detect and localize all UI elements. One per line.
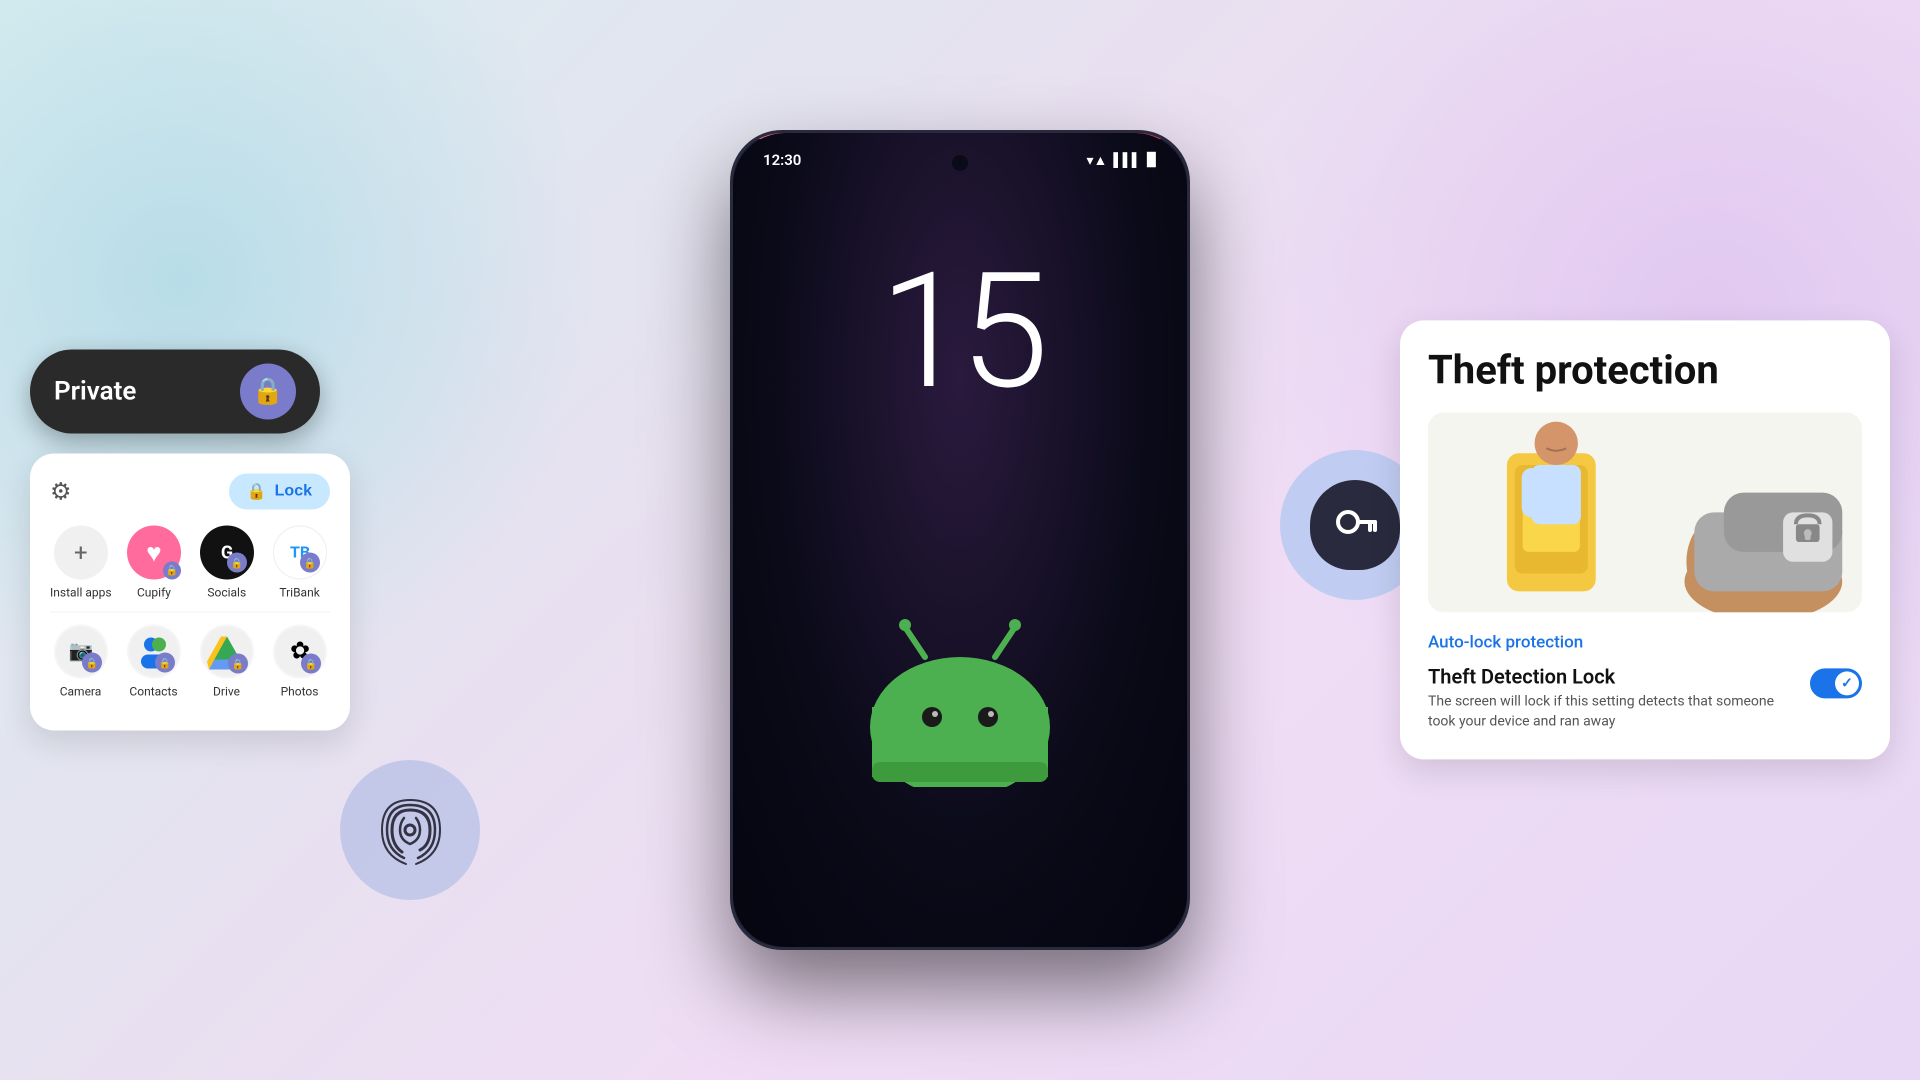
install-icon: + <box>54 526 108 580</box>
private-label: Private <box>54 377 136 407</box>
battery-icon: ▉ <box>1147 153 1157 168</box>
app-label-photos: Photos <box>281 685 319 699</box>
toggle-check-icon: ✓ <box>1841 675 1853 691</box>
theft-detection-row: Theft Detection Lock The screen will loc… <box>1428 664 1862 731</box>
svg-text:🔒: 🔒 <box>158 658 170 670</box>
drive-icon: 🔒 <box>200 625 254 679</box>
svg-text:🔒: 🔒 <box>303 558 315 570</box>
app-row-1: + Install apps ♥ 🔒 Cupify G 🔒 <box>50 526 330 613</box>
theft-card: Theft protection <box>1400 320 1890 759</box>
app-item-photos[interactable]: ✿ 🔒 Photos <box>269 625 330 699</box>
phone-clock: 15 <box>879 253 1041 413</box>
status-icons: ▾▲ ▌▌▌ ▉ <box>1086 152 1157 169</box>
fingerprint-icon <box>370 790 450 870</box>
signal-icon: ▌▌▌ <box>1113 152 1141 168</box>
app-item-socials[interactable]: G 🔒 Socials <box>196 526 257 600</box>
app-label-cupify: Cupify <box>137 586 171 600</box>
auto-lock-label: Auto-lock protection <box>1428 632 1862 652</box>
photos-icon: ✿ 🔒 <box>273 625 327 679</box>
app-label-socials: Socials <box>207 586 246 600</box>
security-shield <box>1310 480 1400 570</box>
svg-text:🔒: 🔒 <box>85 658 97 670</box>
svg-text:🔒: 🔒 <box>231 659 243 671</box>
contacts-icon: 🔒 <box>127 625 181 679</box>
theft-detection-toggle[interactable]: ✓ <box>1810 668 1862 698</box>
lock-btn-icon: 🔒 <box>247 482 267 502</box>
theft-illustration <box>1428 412 1862 612</box>
app-label-contacts: Contacts <box>129 685 177 699</box>
app-item-contacts[interactable]: 🔒 Contacts <box>123 625 184 699</box>
lock-button-label: Lock <box>275 483 312 501</box>
app-label-tribank: TriBank <box>279 586 319 600</box>
left-panel: Private 🔒 ⚙ 🔒 Lock + Install apps ♥ 🔒 <box>30 350 350 731</box>
fingerprint-bubble <box>340 760 480 900</box>
private-button[interactable]: Private 🔒 <box>30 350 320 434</box>
phone-container: 12:30 ▾▲ ▌▌▌ ▉ 15 <box>730 130 1190 950</box>
theft-detection-text: Theft Detection Lock The screen will loc… <box>1428 664 1794 731</box>
socials-icon: G 🔒 <box>200 526 254 580</box>
app-row-2: 📷 🔒 Camera 🔒 <box>50 625 330 711</box>
svg-text:🔒: 🔒 <box>304 659 316 671</box>
phone-screen: 12:30 ▾▲ ▌▌▌ ▉ 15 <box>733 133 1187 947</box>
app-label-drive: Drive <box>213 685 240 699</box>
camera-icon: 📷 🔒 <box>54 625 108 679</box>
shield-key-icon <box>1310 480 1400 570</box>
cupify-icon: ♥ 🔒 <box>127 526 181 580</box>
app-item-drive[interactable]: 🔒 Drive <box>196 625 257 699</box>
phone-body: 12:30 ▾▲ ▌▌▌ ▉ 15 <box>730 130 1190 950</box>
private-lock-circle: 🔒 <box>240 364 296 420</box>
gear-icon[interactable]: ⚙ <box>50 478 72 506</box>
app-item-cupify[interactable]: ♥ 🔒 Cupify <box>124 526 185 600</box>
app-item-camera[interactable]: 📷 🔒 Camera <box>50 625 111 699</box>
status-bar: 12:30 ▾▲ ▌▌▌ ▉ <box>763 151 1157 169</box>
theft-title: Theft protection <box>1428 348 1862 392</box>
app-item-tribank[interactable]: TB 🔒 TriBank <box>269 526 330 600</box>
status-time: 12:30 <box>763 151 801 169</box>
android-mascot <box>850 607 1070 787</box>
app-item-install[interactable]: + Install apps <box>50 526 112 600</box>
toggle-knob: ✓ <box>1835 671 1859 695</box>
private-lock-icon: 🔒 <box>252 377 284 407</box>
app-label-install: Install apps <box>50 586 112 600</box>
app-grid-header: ⚙ 🔒 Lock <box>50 474 330 510</box>
cupify-badge: 🔒 <box>163 562 181 580</box>
lock-button[interactable]: 🔒 Lock <box>229 474 330 510</box>
theft-detection-title: Theft Detection Lock <box>1428 664 1794 688</box>
wifi-icon: ▾▲ <box>1086 152 1107 169</box>
tribank-icon: TB 🔒 <box>273 526 327 580</box>
app-label-camera: Camera <box>60 685 102 699</box>
right-panel: Theft protection <box>1400 320 1890 759</box>
theft-detection-desc: The screen will lock if this setting det… <box>1428 692 1794 731</box>
app-grid-card: ⚙ 🔒 Lock + Install apps ♥ 🔒 Cupify <box>30 454 350 731</box>
svg-text:🔒: 🔒 <box>231 558 243 570</box>
